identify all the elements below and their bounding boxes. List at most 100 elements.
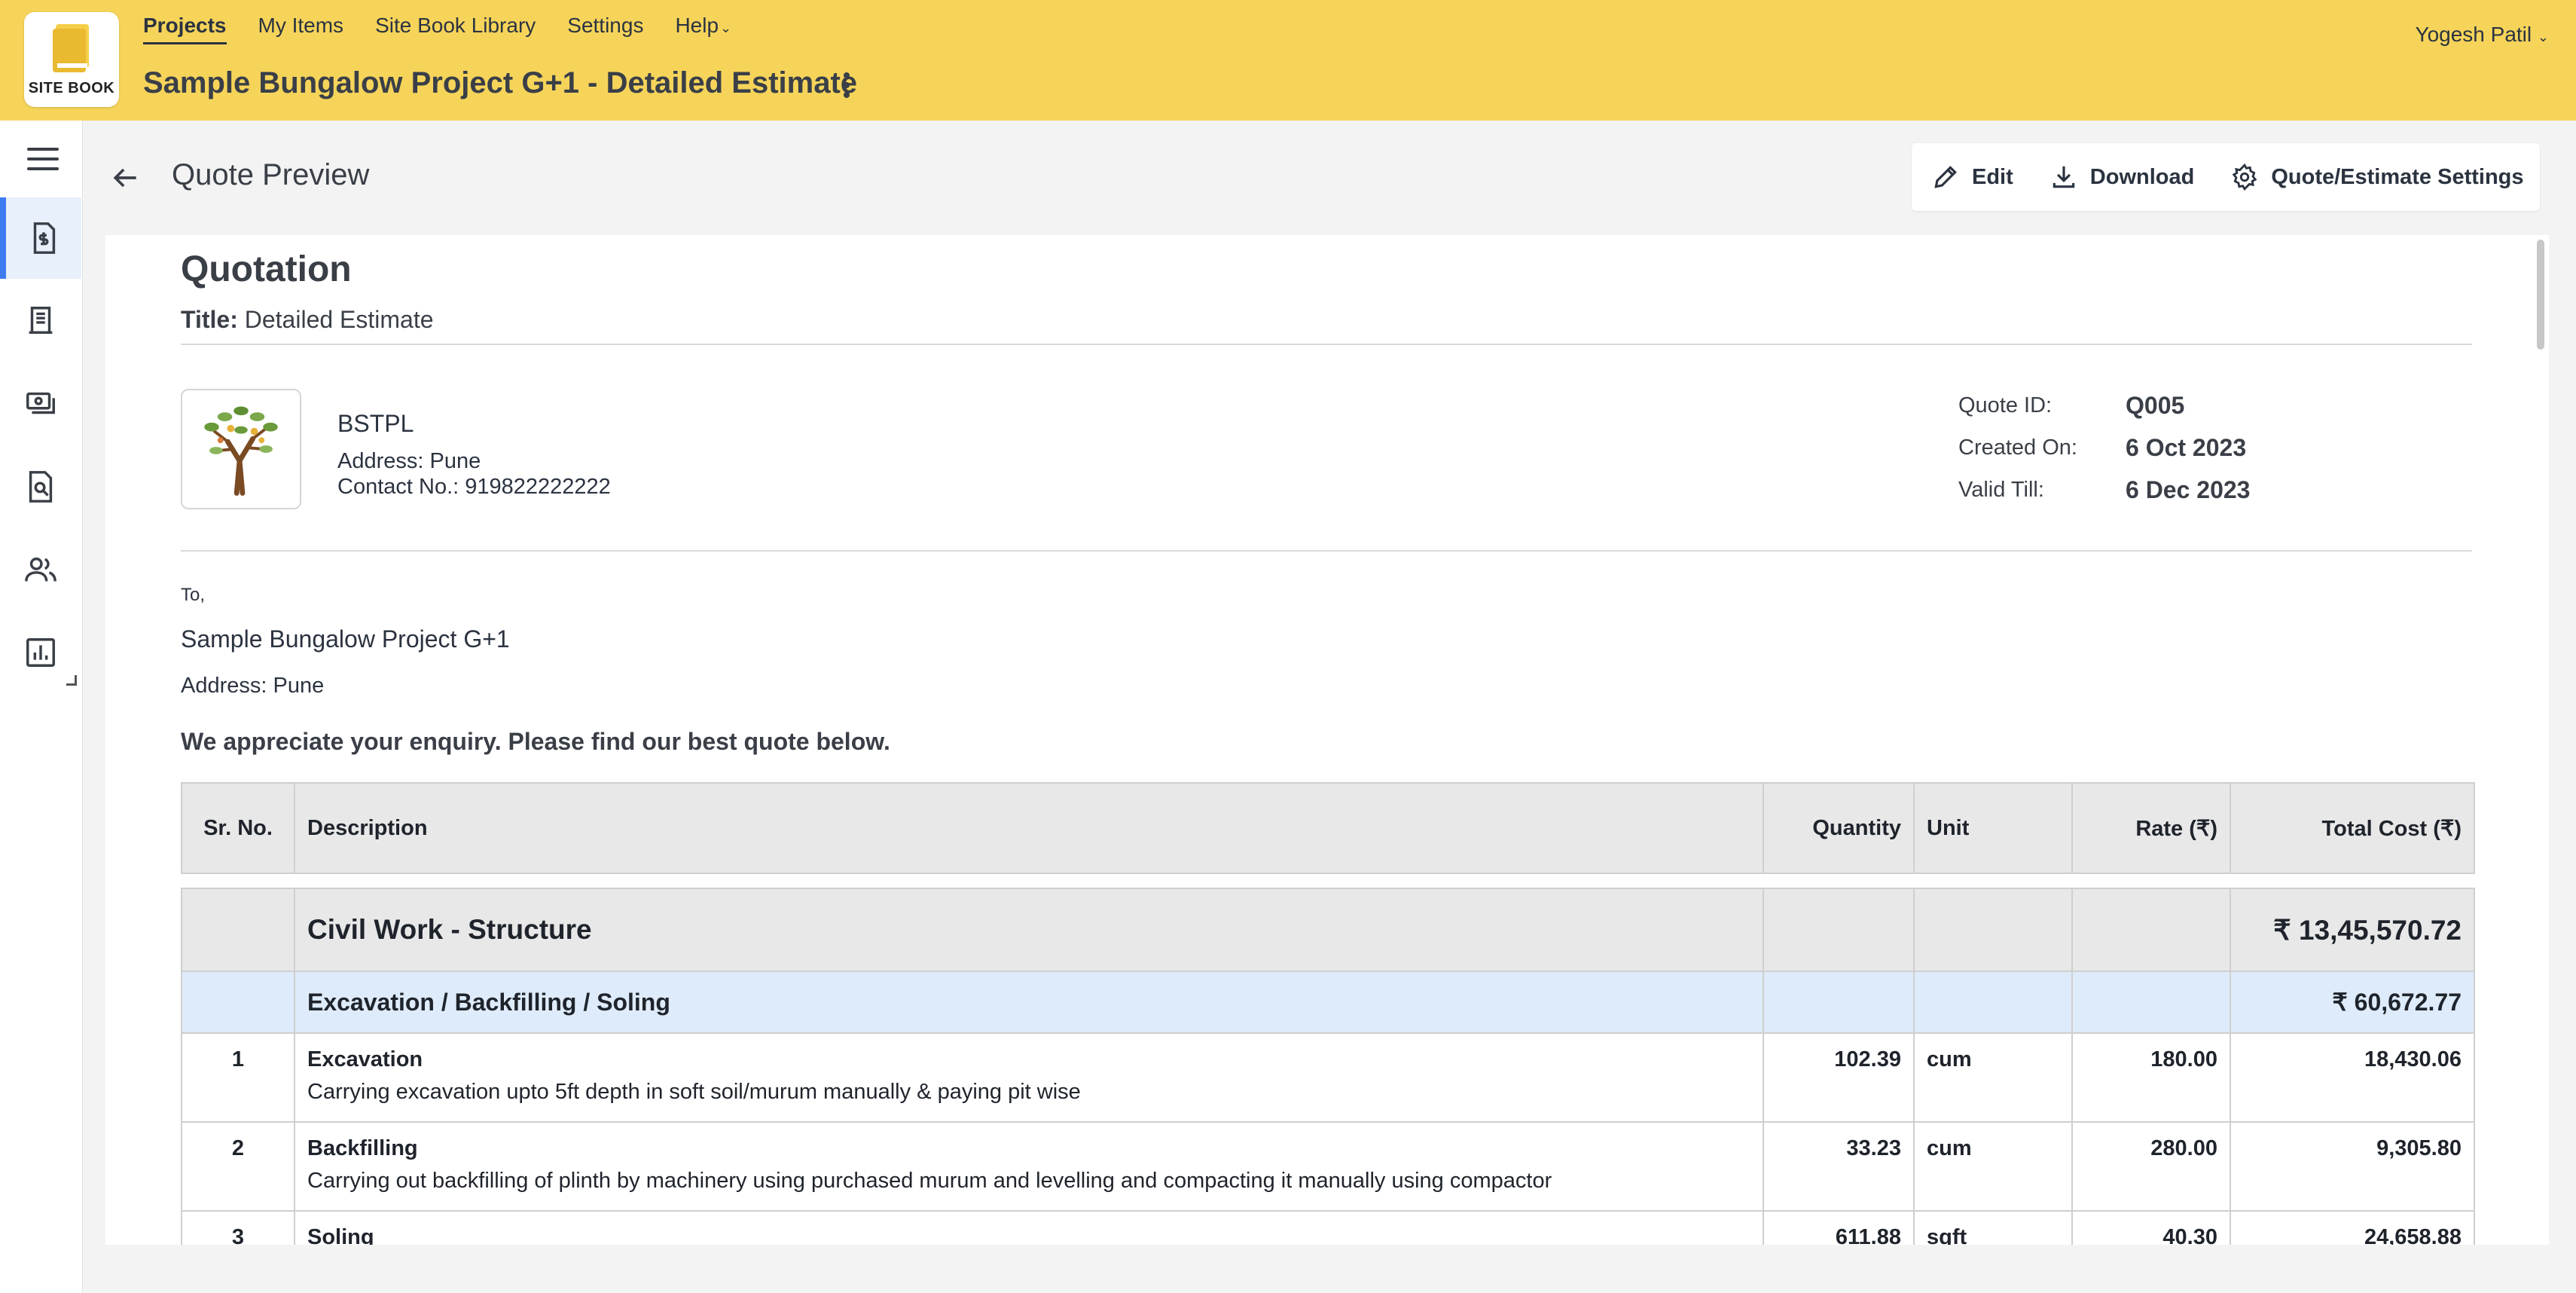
item-description-cell: Soling [294, 1210, 1764, 1245]
back-arrow-icon[interactable] [108, 161, 142, 194]
column-header-description: Description [294, 782, 1764, 874]
sidebar-item-documents[interactable] [0, 446, 81, 527]
company-logo [181, 389, 301, 509]
title-value: Detailed Estimate [244, 306, 434, 333]
column-header-sr-no: Sr. No. [181, 782, 295, 874]
user-name: Yogesh Patil [2415, 23, 2532, 46]
more-options-icon[interactable] [839, 72, 854, 105]
item-unit: sqft [1913, 1210, 2073, 1245]
document-search-icon [29, 471, 53, 503]
quote-id-label: Quote ID: [1958, 393, 2053, 417]
nav-help-label: Help [675, 14, 719, 37]
scroll-thumb[interactable] [2537, 240, 2544, 350]
item-name: Soling [307, 1225, 374, 1245]
item-name: Backfilling [307, 1136, 418, 1160]
subcategory-title: Excavation / Backfilling / Soling [294, 971, 1764, 1034]
category-title: Civil Work - Structure [294, 888, 1764, 972]
to-label: To, [181, 585, 206, 605]
column-header-quantity: Quantity [1763, 782, 1915, 874]
sidebar-item-people[interactable] [0, 529, 81, 610]
item-unit: cum [1913, 1121, 2073, 1212]
item-total: 18,430.06 [2230, 1032, 2475, 1123]
pencil-icon [1934, 166, 1957, 188]
item-description: Carrying out backfilling of plinth by ma… [307, 1169, 1552, 1193]
item-name: Excavation [307, 1047, 423, 1071]
divider [181, 550, 2472, 552]
site-book-logo[interactable]: SITE BOOK [24, 12, 119, 107]
main-nav: Projects My Items Site Book Library Sett… [143, 14, 731, 44]
item-rate: 40.30 [2071, 1210, 2231, 1245]
resize-handle-icon[interactable] [66, 675, 77, 686]
intro-text: We appreciate your enquiry. Please find … [181, 728, 890, 755]
edit-button[interactable]: Edit [1931, 163, 2013, 191]
download-icon [2053, 166, 2075, 188]
nav-settings[interactable]: Settings [567, 14, 643, 44]
nav-help[interactable]: Help ⌄ [675, 14, 731, 44]
valid-till-label: Valid Till: [1958, 478, 2044, 502]
sidebar-item-payments[interactable] [0, 363, 81, 445]
sidebar [0, 121, 83, 1293]
item-unit: cum [1913, 1032, 2073, 1123]
quote-title: Title: Detailed Estimate [181, 306, 434, 334]
item-description-cell: Backfilling Carrying out backfilling of p… [294, 1121, 1764, 1212]
divider [181, 344, 2472, 345]
subcategory-row: Excavation / Backfilling / Soling ₹ 60,6… [181, 971, 2475, 1034]
book-logo-icon [53, 24, 89, 72]
item-quantity: 33.23 [1763, 1121, 1915, 1212]
user-menu[interactable]: Yogesh Patil ⌄ [2415, 23, 2549, 47]
quote-settings-button[interactable]: Quote/Estimate Settings [2230, 163, 2524, 191]
nav-my-items[interactable]: My Items [258, 14, 344, 44]
quotation-heading: Quotation [181, 249, 352, 289]
download-button[interactable]: Download [2050, 163, 2195, 191]
column-header-total-cost: Total Cost (₹) [2230, 782, 2475, 874]
gear-icon [2232, 163, 2257, 191]
category-row: Civil Work - Structure ₹ 13,45,570.72 [181, 888, 2475, 972]
nav-projects[interactable]: Projects [143, 14, 227, 44]
people-icon [25, 557, 56, 582]
estimate-table: Civil Work - Structure ₹ 13,45,570.72 Ex… [181, 888, 2475, 1245]
page-title: Quote Preview [172, 158, 370, 191]
item-total: 24,658.88 [2230, 1210, 2475, 1245]
nav-site-book-library[interactable]: Site Book Library [375, 14, 536, 44]
client-address: Address: Pune [181, 674, 325, 698]
quote-settings-label: Quote/Estimate Settings [2271, 164, 2524, 189]
chevron-down-icon: ⌄ [2537, 29, 2549, 44]
item-quantity: 611.88 [1763, 1210, 1915, 1245]
column-header-unit: Unit [1913, 782, 2073, 874]
item-description-cell: Excavation Carrying excavation upto 5ft d… [294, 1032, 1764, 1123]
table-row: 1 Excavation Carrying excavation upto 5ft… [181, 1032, 2475, 1123]
item-sr-no: 2 [181, 1121, 295, 1212]
quote-document: Quotation Title: Detailed Estimate BSTPL… [105, 235, 2549, 1245]
tree-logo-icon [204, 406, 278, 496]
item-total: 9,305.80 [2230, 1121, 2475, 1212]
quote-toolbar: Edit Download Quote/Estimate Settings [1912, 143, 2540, 211]
category-total: ₹ 13,45,570.72 [2230, 888, 2475, 972]
reports-icon [26, 638, 55, 667]
edit-label: Edit [1972, 164, 2013, 189]
item-description: Carrying excavation upto 5ft depth in so… [307, 1080, 1081, 1104]
created-on-label: Created On: [1958, 436, 2077, 460]
payments-icon [26, 392, 55, 414]
item-quantity: 102.39 [1763, 1032, 1915, 1123]
sidebar-item-quotes[interactable] [0, 197, 81, 279]
table-row: 3 Soling 611.88 sqft 40.30 24,658.88 [181, 1210, 2475, 1245]
menu-icon[interactable] [27, 148, 59, 170]
project-title: Sample Bungalow Project G+1 - Detailed E… [143, 66, 858, 99]
quote-icon [33, 222, 56, 254]
quote-id-value: Q005 [2126, 392, 2185, 419]
company-name: BSTPL [337, 410, 414, 437]
logo-text: SITE BOOK [28, 80, 115, 96]
company-contact: Contact No.: 919822222222 [337, 475, 611, 499]
created-on-value: 6 Oct 2023 [2126, 434, 2247, 461]
subcategory-total: ₹ 60,672.77 [2230, 971, 2475, 1034]
column-header-rate: Rate (₹) [2071, 782, 2231, 874]
scrollbar[interactable] [2529, 235, 2549, 1245]
top-bar: SITE BOOK Projects My Items Site Book Li… [0, 0, 2576, 121]
item-sr-no: 3 [181, 1210, 295, 1245]
chevron-down-icon: ⌄ [720, 20, 732, 35]
sidebar-item-bills[interactable] [0, 280, 81, 362]
download-label: Download [2089, 164, 2195, 189]
client-name: Sample Bungalow Project G+1 [181, 625, 510, 653]
item-rate: 280.00 [2071, 1121, 2231, 1212]
company-address: Address: Pune [337, 449, 481, 473]
